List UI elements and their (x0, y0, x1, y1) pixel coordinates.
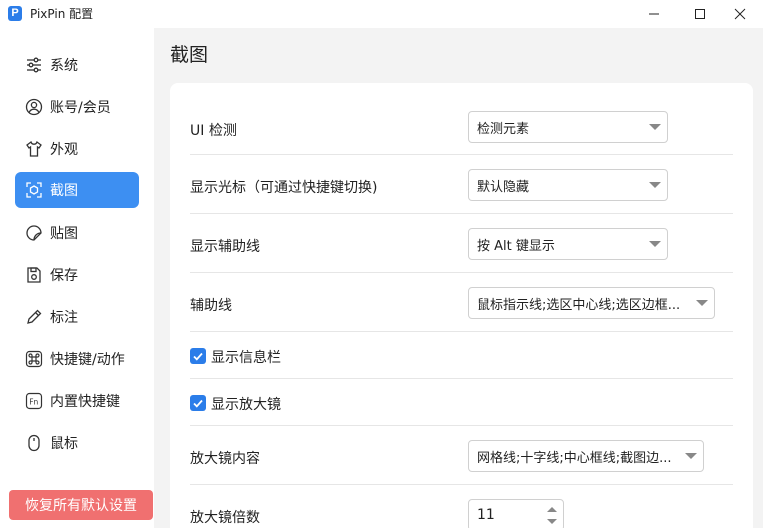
sidebar-item-account[interactable]: 账号/会员 (15, 89, 139, 125)
sidebar-item-mouse[interactable]: 鼠标 (15, 425, 139, 461)
guides-multiselect[interactable]: 鼠标指示线;选区中心线;选区边框... (468, 287, 715, 319)
setting-label: 放大镜内容 (190, 451, 260, 467)
magnifier-scale-spinbox[interactable]: 11 (468, 499, 564, 528)
chevron-down-icon (649, 241, 661, 247)
setting-row-show-guides: 显示辅助线 按 Alt 键显示 (190, 214, 733, 273)
sidebar-item-label: 标注 (50, 310, 78, 326)
setting-row-magnifier-content: 放大镜内容 网格线;十字线;中心框线;截图边... (190, 426, 733, 485)
sidebar-item-hotkeys[interactable]: 快捷键/动作 (15, 341, 139, 377)
setting-label: UI 检测 (190, 123, 237, 139)
close-icon (734, 8, 746, 20)
spinbox-value: 11 (477, 507, 495, 523)
sticker-icon (24, 223, 44, 243)
sidebar: 系统 账号/会员 外观 截图 贴图 保存 标注 快捷键/动作 Fn 内置快捷键 … (0, 28, 154, 528)
show-cursor-select[interactable]: 默认隐藏 (468, 169, 668, 201)
setting-row-show-infobar: 显示信息栏 (190, 332, 733, 379)
settings-card: UI 检测 检测元素 显示光标（可通过快捷键切换) 默认隐藏 显示辅助线 按 A… (170, 83, 753, 528)
sidebar-item-label: 外观 (50, 142, 78, 158)
select-value: 检测元素 (477, 121, 530, 137)
user-circle-icon (24, 97, 44, 117)
select-value: 网格线;十字线;中心框线;截图边... (477, 450, 672, 466)
sidebar-item-sticker[interactable]: 贴图 (15, 215, 139, 251)
show-infobar-checkbox[interactable] (190, 348, 206, 364)
minimize-button[interactable] (631, 0, 677, 28)
sidebar-item-label: 鼠标 (50, 436, 78, 452)
setting-label: 辅助线 (190, 298, 232, 314)
reset-defaults-button[interactable]: 恢复所有默认设置 (9, 490, 153, 520)
checkbox-label: 显示放大镜 (211, 397, 281, 413)
show-guides-select[interactable]: 按 Alt 键显示 (468, 228, 668, 260)
setting-label: 显示光标（可通过快捷键切换) (190, 180, 378, 196)
sidebar-item-system[interactable]: 系统 (15, 47, 139, 83)
sidebar-item-appearance[interactable]: 外观 (15, 131, 139, 167)
fn-key-icon: Fn (24, 391, 44, 411)
select-value: 按 Alt 键显示 (477, 238, 555, 254)
chevron-down-icon (696, 300, 708, 306)
sidebar-item-builtin-hotkeys[interactable]: Fn 内置快捷键 (15, 383, 139, 419)
show-magnifier-checkbox[interactable] (190, 395, 206, 411)
setting-label: 放大镜倍数 (190, 510, 260, 526)
pencil-icon (24, 307, 44, 327)
chevron-down-icon (685, 453, 697, 459)
setting-row-show-magnifier: 显示放大镜 (190, 379, 733, 426)
sidebar-item-label: 保存 (50, 268, 78, 284)
sidebar-item-save[interactable]: 保存 (15, 257, 139, 293)
save-icon (24, 265, 44, 285)
window-title: PixPin 配置 (30, 7, 94, 21)
sidebar-item-label: 账号/会员 (50, 100, 111, 116)
setting-label: 显示辅助线 (190, 239, 260, 255)
maximize-icon (695, 9, 705, 19)
checkbox-label: 显示信息栏 (211, 350, 281, 366)
app-logo-icon: P (8, 6, 22, 21)
chevron-down-icon (649, 182, 661, 188)
page-title: 截图 (170, 44, 209, 66)
decrement-arrow-icon[interactable] (547, 519, 557, 524)
select-value: 默认隐藏 (477, 179, 530, 195)
sidebar-item-annotate[interactable]: 标注 (15, 299, 139, 335)
setting-row-show-cursor: 显示光标（可通过快捷键切换) 默认隐藏 (190, 155, 733, 214)
select-value: 鼠标指示线;选区中心线;选区边框... (477, 297, 681, 313)
sliders-icon (24, 55, 44, 75)
sidebar-item-label: 快捷键/动作 (50, 352, 125, 368)
sidebar-item-label: 贴图 (50, 226, 78, 242)
setting-row-ui-detect: UI 检测 检测元素 (190, 83, 733, 155)
increment-arrow-icon[interactable] (547, 507, 557, 512)
chevron-down-icon (649, 124, 661, 130)
checkmark-icon (193, 399, 203, 408)
sidebar-item-screenshot[interactable]: 截图 (15, 172, 139, 208)
magnifier-content-multiselect[interactable]: 网格线;十字线;中心框线;截图边... (468, 440, 704, 472)
close-button[interactable] (717, 0, 763, 28)
main-panel: 截图 UI 检测 检测元素 显示光标（可通过快捷键切换) 默认隐藏 显示辅助线 … (154, 28, 763, 528)
ui-detect-select[interactable]: 检测元素 (468, 111, 668, 143)
minimize-icon (649, 13, 659, 15)
title-bar: P PixPin 配置 (0, 0, 763, 28)
sidebar-item-label: 系统 (50, 58, 78, 74)
command-key-icon (24, 349, 44, 369)
shirt-icon (24, 139, 44, 159)
svg-text:Fn: Fn (29, 398, 38, 407)
sidebar-item-label: 内置快捷键 (50, 394, 120, 410)
screenshot-icon (24, 180, 44, 200)
checkmark-icon (193, 352, 203, 361)
setting-row-magnifier-scale: 放大镜倍数 11 (190, 485, 733, 528)
setting-row-guides: 辅助线 鼠标指示线;选区中心线;选区边框... (190, 273, 733, 332)
sidebar-item-label: 截图 (50, 183, 78, 199)
mouse-icon (24, 433, 44, 453)
